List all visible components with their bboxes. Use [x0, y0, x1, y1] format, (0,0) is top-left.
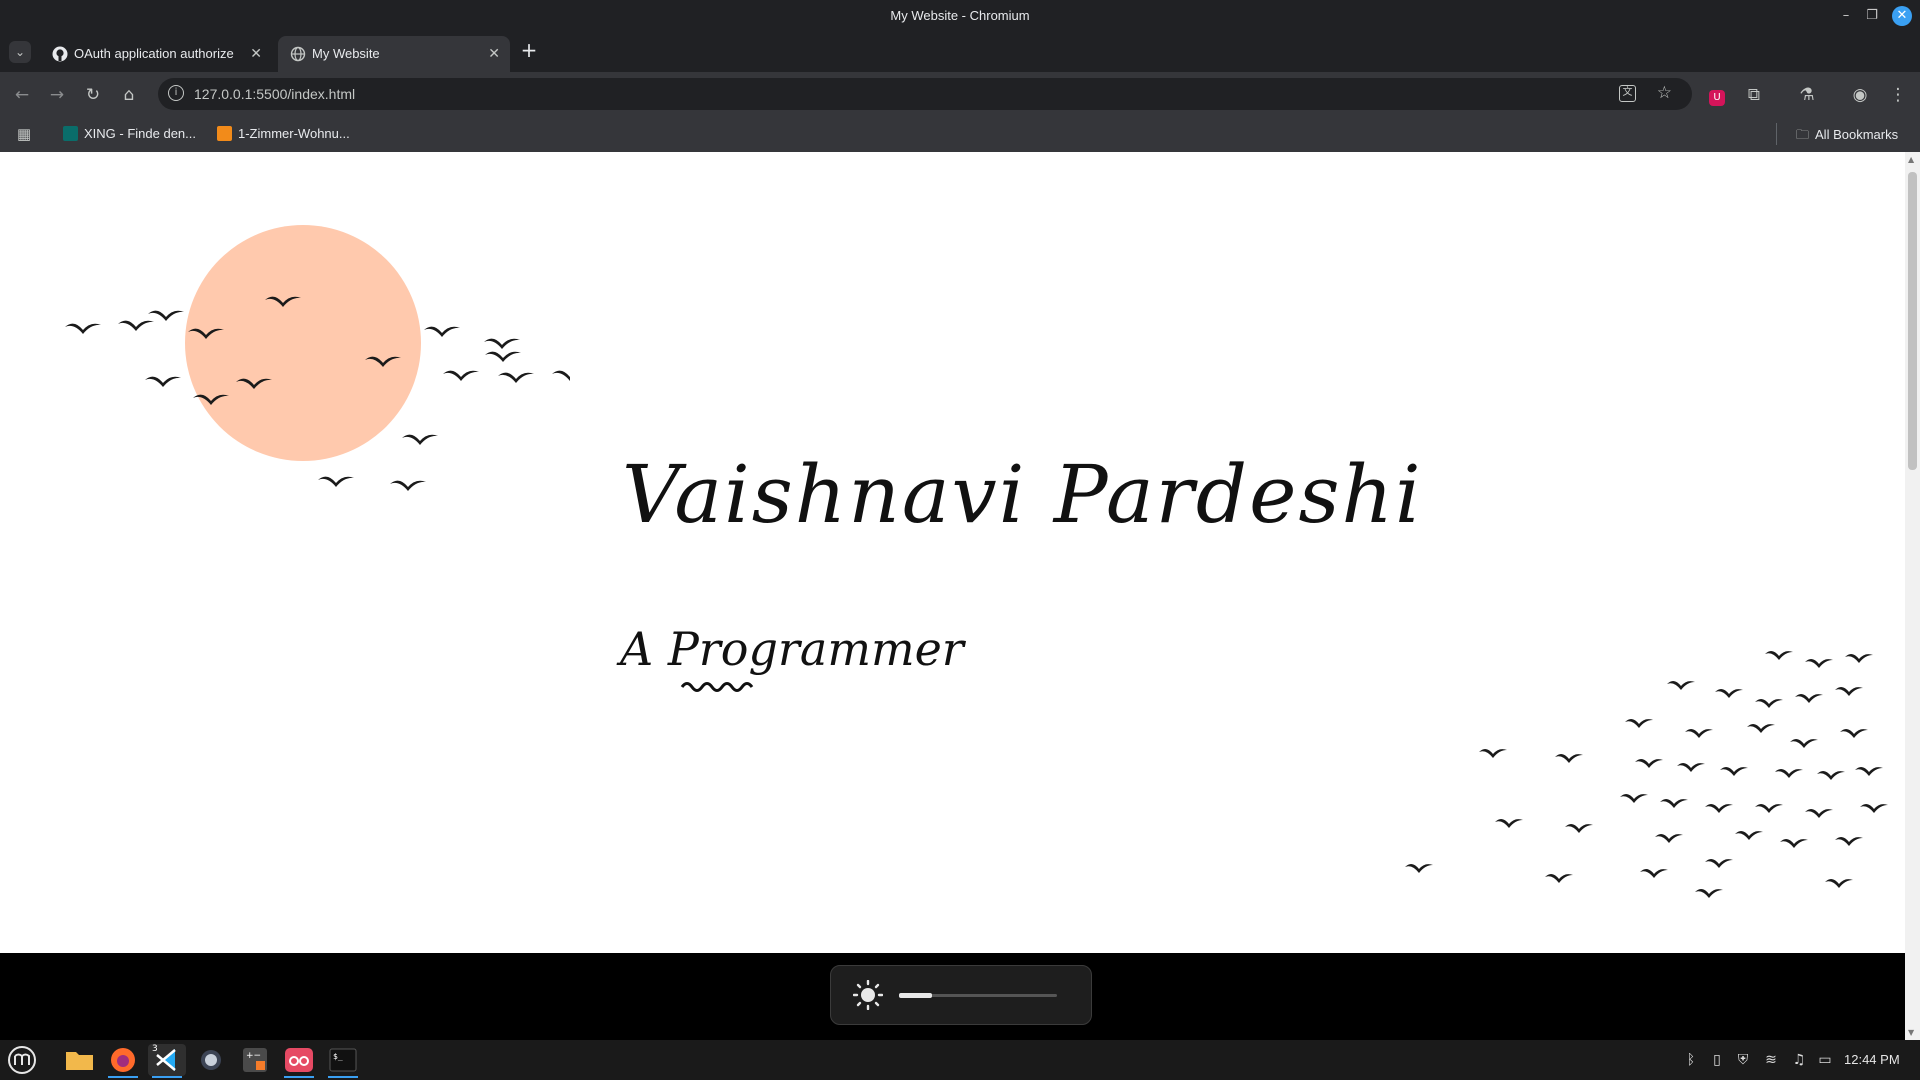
sun-birds-illustration [65, 225, 570, 491]
wifi-icon[interactable]: ≋ [1762, 1051, 1780, 1069]
calculator-icon: +− [243, 1048, 267, 1072]
bookmarks-divider [1776, 123, 1777, 145]
address-bar[interactable]: i 127.0.0.1:5500/index.html 文 ☆ [158, 78, 1692, 110]
back-button[interactable]: ← [11, 84, 33, 106]
sun-circle [185, 225, 421, 461]
window-title: My Website - Chromium [890, 8, 1030, 23]
brightness-level-bar [899, 993, 1057, 998]
close-tab-icon[interactable]: ✕ [250, 45, 262, 62]
apps-grid-icon[interactable]: ▦ [17, 125, 31, 143]
running-indicator [328, 1076, 358, 1078]
tab-strip: ⌄ OAuth application authorize ✕ My Websi… [0, 32, 1920, 72]
wavy-underline [680, 682, 754, 692]
glasses-icon [285, 1048, 313, 1072]
scroll-down-arrow-icon[interactable]: ▼ [1908, 1028, 1914, 1037]
taskbar: 3 +− $_ ᛒ ▯ ⛨ ≋ ♫ ▭ 12:44 PM [0, 1040, 1920, 1080]
profile-icon[interactable]: ◉ [1849, 84, 1871, 106]
ublock-extension-icon[interactable]: U [1706, 84, 1728, 106]
globe-icon [290, 46, 306, 62]
bluetooth-icon[interactable]: ᛒ [1682, 1051, 1700, 1069]
bookmark-star-icon[interactable]: ☆ [1657, 83, 1672, 103]
page-viewport: Vaishnavi Pardeshi A Programmer [0, 152, 1905, 953]
menu-kebab-icon[interactable]: ⋮ [1887, 84, 1909, 106]
tab-label: OAuth application authorize [74, 46, 234, 61]
vscode-window-count: 3 [152, 1044, 158, 1054]
clock[interactable]: 12:44 PM [1844, 1052, 1900, 1067]
flock-birds-illustration [1405, 650, 1888, 898]
folder-icon [66, 1052, 93, 1070]
mint-logo-icon [8, 1046, 36, 1074]
start-menu-button[interactable] [2, 1044, 40, 1076]
restore-button[interactable]: ❐ [1862, 6, 1882, 26]
brightness-sun-icon [853, 980, 883, 1010]
xing-icon [63, 126, 78, 141]
gnome-app-button[interactable] [192, 1044, 230, 1076]
url-text[interactable]: 127.0.0.1:5500/index.html [194, 86, 355, 102]
firefox-icon [111, 1048, 135, 1072]
browser-toolbar: ← → ↻ ⌂ i 127.0.0.1:5500/index.html 文 ☆ … [0, 72, 1920, 116]
all-bookmarks-button[interactable]: 🗀 All Bookmarks [1796, 126, 1898, 148]
bookmarks-bar: ▦ XING - Finde den... 1-Zimmer-Wohnu... … [0, 116, 1920, 152]
brightness-osd [830, 965, 1092, 1025]
page-scrollbar[interactable]: ▲ ▼ [1905, 152, 1920, 1040]
translate-icon[interactable]: 文 [1619, 85, 1636, 102]
wg-icon [217, 126, 232, 141]
scrollbar-thumb[interactable] [1908, 172, 1917, 470]
labs-flask-icon[interactable]: ⚗ [1796, 84, 1818, 106]
tab-search-button[interactable]: ⌄ [9, 41, 31, 63]
running-indicator [284, 1076, 314, 1078]
close-tab-icon[interactable]: ✕ [488, 45, 500, 62]
running-indicator [152, 1076, 182, 1078]
forward-button[interactable]: → [46, 84, 68, 106]
clipboard-icon[interactable]: ▯ [1708, 1051, 1726, 1069]
battery-icon[interactable]: ▭ [1816, 1051, 1834, 1069]
minimize-button[interactable]: – [1836, 6, 1856, 26]
bookmark-wg-gesucht[interactable]: 1-Zimmer-Wohnu... [217, 126, 350, 141]
terminal-icon: $_ [329, 1048, 357, 1072]
firefox-app-button[interactable] [104, 1044, 142, 1078]
tab-label: My Website [312, 46, 380, 61]
reload-button[interactable]: ↻ [82, 84, 104, 106]
files-app-button[interactable] [60, 1044, 98, 1076]
terminal-app-button[interactable]: $_ [324, 1044, 362, 1078]
hero-name-heading: Vaishnavi Pardeshi [622, 448, 1423, 541]
reader-app-button[interactable] [280, 1044, 318, 1078]
disc-icon [201, 1050, 221, 1070]
bookmark-xing[interactable]: XING - Finde den... [63, 126, 196, 141]
hero-subtitle: A Programmer [620, 622, 964, 692]
vscode-app-button[interactable]: 3 [148, 1044, 186, 1078]
title-bar: My Website - Chromium – ❐ ✕ [0, 0, 1920, 32]
extensions-puzzle-icon[interactable]: ⧉ [1743, 84, 1765, 106]
tab-my-website[interactable]: My Website ✕ [278, 36, 510, 72]
svg-text:+−: +− [246, 1051, 261, 1061]
close-window-button[interactable]: ✕ [1892, 6, 1912, 26]
new-tab-button[interactable]: + [518, 39, 540, 61]
svg-text:$_: $_ [333, 1052, 343, 1061]
site-info-icon[interactable]: i [168, 85, 184, 101]
github-icon [52, 46, 68, 62]
folder-icon: 🗀 [1796, 127, 1810, 142]
brightness-level-fill [899, 993, 933, 998]
tab-oauth[interactable]: OAuth application authorize ✕ [40, 36, 272, 72]
scroll-up-arrow-icon[interactable]: ▲ [1908, 155, 1914, 164]
running-indicator [108, 1076, 138, 1078]
home-button[interactable]: ⌂ [118, 84, 140, 106]
sound-icon[interactable]: ♫ [1790, 1051, 1808, 1069]
shield-update-icon[interactable]: ⛨ [1734, 1051, 1752, 1069]
calculator-app-button[interactable]: +− [236, 1044, 274, 1076]
